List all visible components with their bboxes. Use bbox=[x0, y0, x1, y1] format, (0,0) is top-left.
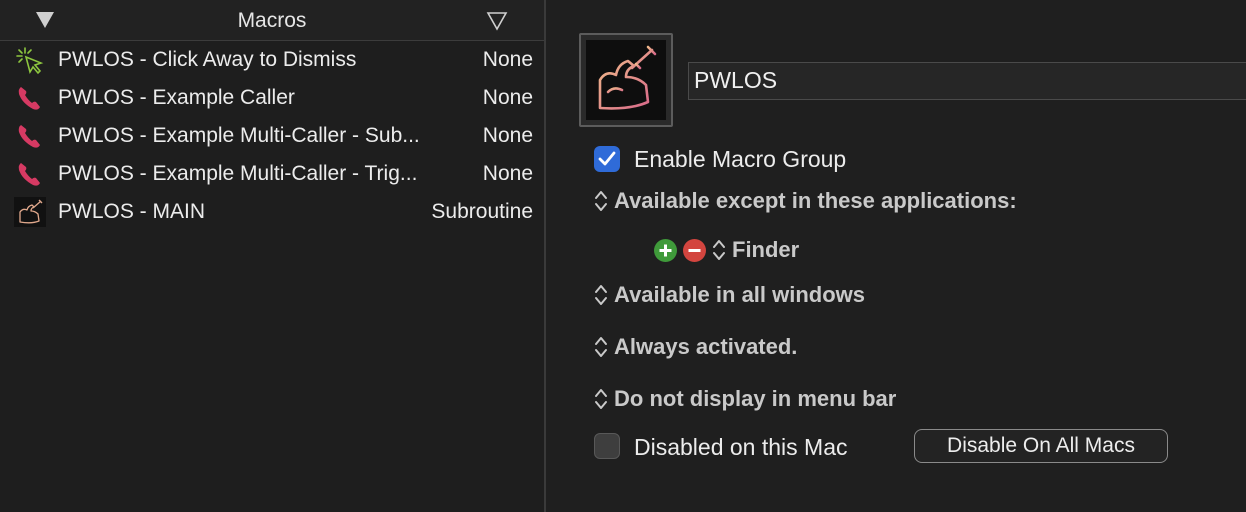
macro-trigger: None bbox=[482, 48, 533, 71]
macro-row[interactable]: PWLOS - Example Multi-Caller - Sub... No… bbox=[0, 117, 544, 155]
app-popup[interactable]: Finder bbox=[712, 237, 799, 262]
filter-triangle-icon[interactable] bbox=[486, 11, 508, 31]
macro-row[interactable]: PWLOS - MAIN Subroutine bbox=[0, 193, 544, 231]
updown-chevron-icon bbox=[595, 285, 607, 305]
updown-chevron-icon bbox=[595, 191, 607, 211]
macro-name: PWLOS - MAIN bbox=[58, 200, 206, 223]
pointer-click-icon bbox=[16, 47, 44, 75]
macro-row[interactable]: PWLOS - Click Away to Dismiss None bbox=[0, 41, 544, 79]
remove-app-button[interactable] bbox=[683, 238, 706, 262]
phone-icon bbox=[18, 125, 40, 148]
group-name-field[interactable]: PWLOS bbox=[688, 62, 1246, 100]
windows-popup[interactable]: Available in all windows bbox=[594, 282, 865, 312]
updown-chevron-icon bbox=[595, 389, 607, 409]
availability-label: Available except in these applications: bbox=[614, 188, 1017, 213]
plus-icon bbox=[659, 244, 672, 256]
availability-popup[interactable]: Available except in these applications: bbox=[594, 188, 1017, 218]
disabled-on-this-mac-label: Disabled on this Mac bbox=[634, 434, 848, 460]
phone-icon bbox=[18, 163, 40, 186]
excluded-app-row: Finder bbox=[654, 237, 799, 267]
macro-name: PWLOS - Example Multi-Caller - Trig... bbox=[58, 162, 418, 185]
group-icon-well[interactable] bbox=[579, 33, 673, 127]
macro-trigger: Subroutine bbox=[431, 200, 533, 223]
macro-name: PWLOS - Click Away to Dismiss bbox=[58, 48, 357, 71]
checkmark-icon bbox=[598, 151, 616, 166]
macros-column-title[interactable]: Macros bbox=[0, 9, 544, 33]
macro-row[interactable]: PWLOS - Example Multi-Caller - Trig... N… bbox=[0, 155, 544, 193]
excluded-app-name: Finder bbox=[732, 237, 800, 262]
disabled-on-this-mac-checkbox[interactable] bbox=[594, 433, 620, 459]
macro-row[interactable]: PWLOS - Example Caller None bbox=[0, 79, 544, 117]
phone-icon bbox=[18, 87, 40, 110]
macro-name: PWLOS - Example Multi-Caller - Sub... bbox=[58, 124, 420, 147]
minus-icon bbox=[688, 248, 701, 252]
menu-bar-popup[interactable]: Do not display in menu bar bbox=[594, 386, 896, 416]
updown-chevron-icon bbox=[713, 240, 725, 260]
menu-bar-label: Do not display in menu bar bbox=[614, 386, 897, 411]
disable-on-all-macs-button[interactable]: Disable On All Macs bbox=[914, 429, 1168, 463]
flexed-arm-syringe-icon bbox=[598, 45, 657, 110]
enable-macro-group-label: Enable Macro Group bbox=[634, 146, 847, 172]
enable-macro-group-checkbox[interactable] bbox=[594, 146, 620, 172]
macro-name: PWLOS - Example Caller bbox=[58, 86, 295, 109]
macro-trigger: None bbox=[482, 124, 533, 147]
macro-list-header: Macros bbox=[0, 0, 544, 41]
flexed-arm-syringe-icon bbox=[14, 197, 46, 227]
updown-chevron-icon bbox=[595, 337, 607, 357]
add-app-button[interactable] bbox=[654, 238, 677, 262]
macro-trigger: None bbox=[482, 86, 533, 109]
macro-group-editor: PWLOS Enable Macro Group Available excep… bbox=[546, 0, 1246, 512]
activation-popup[interactable]: Always activated. bbox=[594, 334, 797, 364]
macro-trigger: None bbox=[482, 162, 533, 185]
macro-list-panel: Macros PWLOS - Click Away to Dismiss Non… bbox=[0, 0, 546, 512]
activation-label: Always activated. bbox=[614, 334, 798, 359]
windows-label: Available in all windows bbox=[614, 282, 866, 307]
